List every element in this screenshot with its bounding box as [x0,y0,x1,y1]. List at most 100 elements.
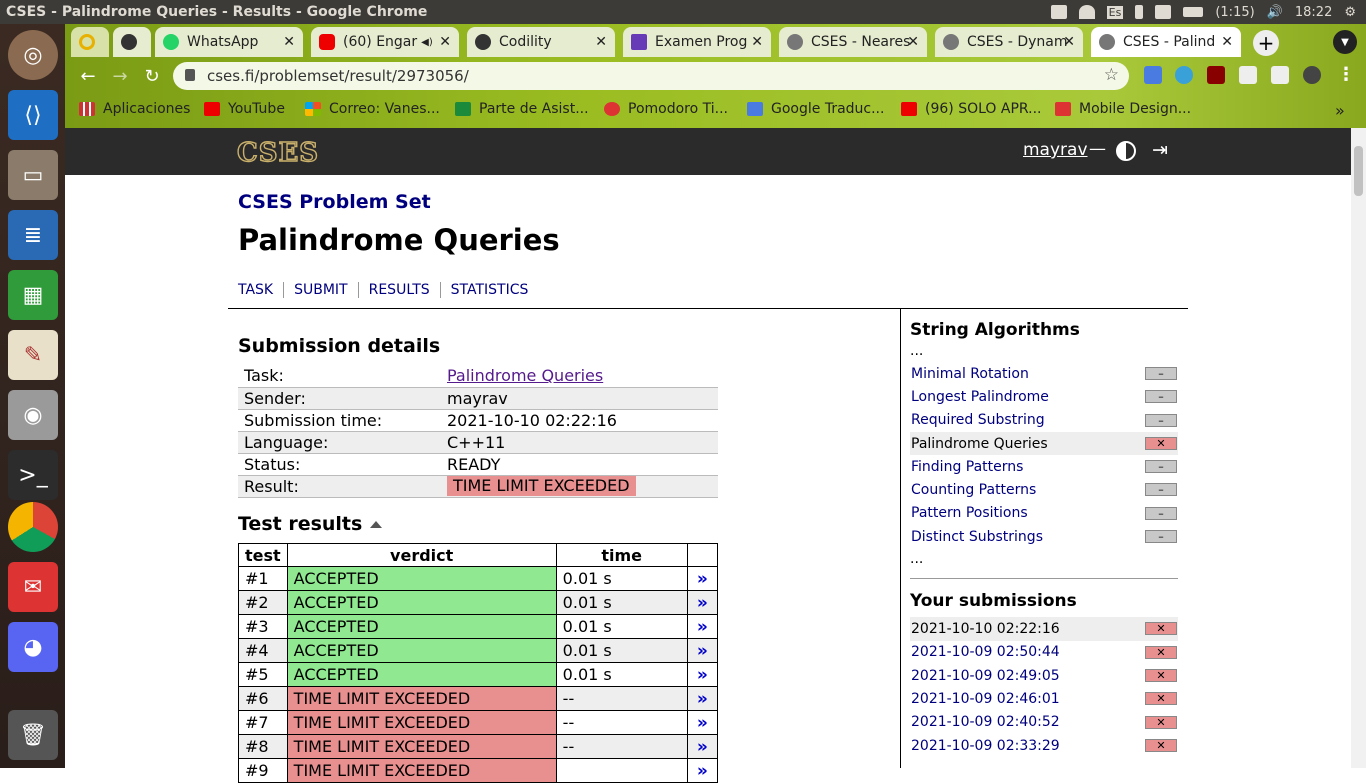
sidebar-problem-item[interactable]: Longest Palindrome – [910,385,1178,408]
sidebar-problem-item[interactable]: Required Substring – [910,409,1178,432]
test-verdict: ACCEPTED [286,614,557,639]
lock-icon[interactable] [185,69,195,81]
bookmark-pomodoro[interactable]: Pomodoro Ti... [604,101,728,117]
ublock-extension-icon[interactable] [1207,66,1225,84]
text-editor-icon[interactable]: ✎ [8,330,58,380]
extensions-puzzle-icon[interactable] [1239,66,1257,84]
sidebar-problem-item[interactable]: Distinct Substrings – [910,525,1178,548]
sidebar-problem-item[interactable]: Pattern Positions – [910,502,1178,525]
test-details-link-icon[interactable]: » [686,638,719,663]
bookmarks-overflow-button[interactable]: » [1335,101,1345,120]
tab-close-icon[interactable]: ✕ [1063,34,1075,50]
bookmark-star-icon[interactable]: ☆ [1104,65,1119,85]
tab-close-icon[interactable]: ✕ [439,34,451,50]
tab-search-button[interactable]: ▼ [1333,30,1357,54]
scrollbar-thumb[interactable] [1354,146,1363,196]
test-details-link-icon[interactable]: » [686,686,719,711]
vscode-icon[interactable]: ⟨⟩ [8,90,58,140]
tab-whatsapp[interactable]: WhatsApp ✕ [155,27,303,57]
tab-close-icon[interactable]: ✕ [595,34,607,50]
bookmark-correo[interactable]: Correo: Vanes... [305,101,440,117]
test-details-link-icon[interactable]: » [686,590,719,615]
sidebar-problem-item[interactable]: Counting Patterns – [910,478,1178,501]
cses-logo[interactable]: CSES [236,137,319,168]
nav-statistics[interactable]: STATISTICS [439,282,539,298]
table-row: #5 ACCEPTED 0.01 s» [238,662,719,687]
keyboard-lang-indicator[interactable]: Es [1106,5,1124,19]
wifi-icon[interactable] [1078,5,1095,19]
bookmark-parte[interactable]: Parte de Asist... [455,101,589,117]
test-details-link-icon[interactable]: » [686,662,719,687]
bookmark-solo[interactable]: (96) SOLO APR... [901,101,1041,117]
test-details-link-icon[interactable]: » [686,734,719,759]
test-details-link-icon[interactable]: » [686,614,719,639]
menu-kebab-icon[interactable]: ⋮ [1337,64,1355,85]
submission-item[interactable]: 2021-10-09 02:40:52 ✕ [910,711,1178,734]
submission-item[interactable]: 2021-10-09 02:33:29 ✕ [910,734,1178,757]
mail-icon[interactable] [1155,5,1172,19]
settings-gear-icon[interactable]: ⚙ [1344,5,1356,20]
submission-item[interactable]: 2021-10-09 02:50:44 ✕ [910,641,1178,664]
writer-icon[interactable]: ≣ [8,210,58,260]
bookmark-youtube[interactable]: YouTube [204,101,285,117]
calc-icon[interactable]: ▦ [8,270,58,320]
translate-extension-icon[interactable] [1144,66,1162,84]
wifi-extension-icon[interactable] [1175,66,1193,84]
pdf-viewer-icon[interactable]: ✉ [8,562,58,612]
nav-results[interactable]: RESULTS [357,282,440,298]
submission-item[interactable]: 2021-10-09 02:46:01 ✕ [910,687,1178,710]
sidebar-problem-item[interactable]: Finding Patterns – [910,455,1178,478]
bookmark-translate[interactable]: Google Traduc... [747,101,884,117]
test-details-link-icon[interactable]: » [686,566,719,591]
volume-icon[interactable]: 🔊 [1267,5,1283,20]
theme-toggle-icon[interactable] [1116,141,1136,161]
tab-close-icon[interactable]: ✕ [751,34,763,50]
tab-cses-palindrome[interactable]: CSES - Palind ✕ [1091,27,1241,57]
nav-task[interactable]: TASK [238,282,283,298]
new-tab-button[interactable]: + [1253,30,1279,56]
address-bar[interactable]: cses.fi/problemset/result/2973056/ ☆ [173,62,1129,90]
audio-icon[interactable]: ◀) [421,37,433,48]
sidebar-problem-item[interactable]: Palindrome Queries ✕ [910,431,1178,456]
tab-youtube[interactable]: (60) Engar ◀) ✕ [311,27,459,57]
tab-close-icon[interactable]: ✕ [283,34,295,50]
sort-up-icon[interactable] [370,520,383,528]
reading-list-icon[interactable] [1271,66,1289,84]
reload-button[interactable]: ↻ [139,64,165,88]
file-manager-icon[interactable]: ▭ [8,150,58,200]
tab-1[interactable] [113,27,151,57]
tab-0[interactable] [71,27,109,57]
page-scrollbar[interactable] [1351,128,1366,768]
chrome-icon[interactable] [8,502,58,552]
ubuntu-dash-icon[interactable]: ◎ [8,30,58,80]
discord-icon[interactable]: ◕ [8,622,58,672]
profile-avatar[interactable] [1303,66,1321,84]
back-button[interactable]: ← [75,64,101,88]
clock[interactable]: 18:22 [1295,5,1332,20]
nav-submit[interactable]: SUBMIT [283,282,358,298]
sidebar-problem-item[interactable]: Minimal Rotation – [910,362,1178,385]
camera-icon[interactable]: ◉ [8,390,58,440]
tab-close-icon[interactable]: ✕ [907,34,919,50]
forward-button[interactable]: → [107,64,133,88]
task-link[interactable]: Palindrome Queries [447,366,603,385]
test-details-link-icon[interactable]: » [686,758,719,783]
tab-cses-dynamic[interactable]: CSES - Dynam ✕ [935,27,1083,57]
logout-icon[interactable]: ⇥ [1152,139,1168,161]
bookmark-mobile[interactable]: Mobile Design... [1055,101,1191,117]
trash-icon[interactable]: 🗑 [8,710,58,760]
test-details-link-icon[interactable]: » [686,710,719,735]
submission-item[interactable]: 2021-10-10 02:22:16 ✕ [910,617,1178,641]
tab-close-icon[interactable]: ✕ [1221,34,1233,50]
breadcrumb[interactable]: CSES Problem Set [238,191,431,213]
battery-icon[interactable] [1183,7,1204,17]
bluetooth-icon[interactable] [1135,5,1144,19]
bookmark-apps[interactable]: Aplicaciones [79,101,190,117]
username-link[interactable]: mayrav [1023,140,1088,160]
tab-examen[interactable]: Examen Prog ✕ [623,27,771,57]
submission-item[interactable]: 2021-10-09 02:49:05 ✕ [910,664,1178,687]
tab-codility[interactable]: Codility ✕ [467,27,615,57]
tab-cses-nearest[interactable]: CSES - Neares ✕ [779,27,927,57]
terminal-icon[interactable]: >_ [8,450,58,500]
discord-tray-icon[interactable] [1050,5,1067,19]
